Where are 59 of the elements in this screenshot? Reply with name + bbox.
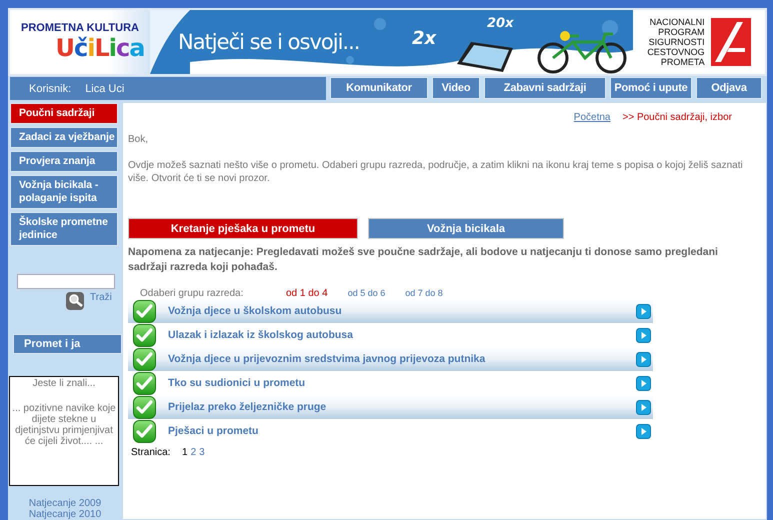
banner-count: 20x [487,16,514,31]
sidebar-menu-item[interactable]: Provjera znanja [10,151,118,172]
program-name-line: SIGURNOSTI [648,37,705,47]
user-label: Korisnik: [29,82,72,94]
promo-button[interactable]: Promet i ja [13,334,122,354]
nav-button[interactable]: Pomoć i upute [610,77,692,99]
note-text: Napomena za natjecanje: Pregledavati možeš sve poučne sadržaje, ali bodove u natjecanju ti donose samo pregledani sadržaji razreda koji pohađaš. [128,245,719,275]
search-link[interactable]: Traži [90,292,112,303]
logo-title: PROMETNA KULTURA [21,22,139,34]
play-icon[interactable] [636,304,651,318]
search-icon[interactable] [66,292,84,310]
user-name: Lica Uci [85,82,124,94]
nav-button[interactable]: Zabavni sadržaji [484,77,606,99]
sidebar-menu-item[interactable]: Školske prometne jedinice [10,212,118,246]
intro-text: Ovdje možeš saznati nešto više o prometu. Odaberi grupu razreda, područje, a zatim klikni na ikonu kraj teme s popisa o kojoj želiš saznati više. Otvorit će ti se novi prozor. [128,159,744,185]
topic-title[interactable]: Prijelaz preko željezničke pruge [168,401,636,413]
play-icon[interactable] [636,400,651,414]
category-tab[interactable]: Vožnja bicikala [368,218,564,239]
page-link[interactable]: 1 [182,447,188,458]
logo-name: UčiLica [56,34,144,62]
program-name-line: PROGRAM [658,27,705,37]
competition-link[interactable]: Natjecanje 2010 [8,508,122,520]
pagination-label: Stranica: [131,447,172,458]
nav-button[interactable]: Odjava [696,77,762,99]
play-icon[interactable] [636,424,651,438]
topic-title[interactable]: Ulazak i izlazak iz školskog autobusa [168,329,636,341]
topic-title[interactable]: Pješaci u prometu [168,425,636,437]
play-icon[interactable] [636,352,651,366]
breadcrumb-link[interactable]: Početna [574,112,610,123]
fact-text: ... pozitivne navike koje dijete stekne u djetinjstvu primjenjivat će cijeli život.... ... [11,403,117,448]
topic-title[interactable]: Tko su sudionici u prometu [168,377,636,389]
program-name-line: PROMETA [660,57,705,67]
program-logo-icon [710,18,751,66]
program-name-line: NACIONALNI [650,17,705,27]
nav-button[interactable]: Video [432,77,480,99]
laptop-icon [455,40,515,74]
play-icon[interactable] [636,328,651,342]
breadcrumb-current: >> Poučni sadržaji, izbor [622,112,732,123]
topic-title[interactable]: Vožnja djece u školskom autobusu [168,305,636,317]
page-link[interactable]: 2 [190,447,196,458]
grade-option[interactable]: od 5 do 6 [348,288,386,298]
sidebar-menu-item[interactable]: Poučni sadržaji [10,103,118,124]
nav-button[interactable]: Komunikator [330,77,428,99]
program-name-line: CESTOVNOG [647,47,705,57]
grade-filter-label: Odaberi grupu razreda: [140,288,244,298]
grade-option[interactable]: od 1 do 4 [286,288,328,298]
sidebar-menu-item[interactable]: Zadaci za vježbanje [10,127,118,148]
sidebar-menu-item[interactable]: Vožnja bicikala - polaganje ispita [10,175,118,209]
topic-title[interactable]: Vožnja djece u prijevoznim sredstvima javnog prijevoza putnika [168,353,636,365]
competition-link[interactable]: Natjecanje 2009 [8,498,122,509]
search-field[interactable] [17,274,115,289]
grade-option[interactable]: od 7 do 8 [405,288,443,298]
banner-count: 2x [412,28,436,49]
play-icon[interactable] [636,376,651,390]
page-link[interactable]: 3 [199,447,205,458]
banner-headline: Natječi se i osvoji... [178,30,360,54]
fact-title: Jeste li znali... [32,378,96,390]
category-tab[interactable]: Kretanje pješaka u prometu [128,218,358,239]
greeting-text: Bok, [128,134,150,145]
